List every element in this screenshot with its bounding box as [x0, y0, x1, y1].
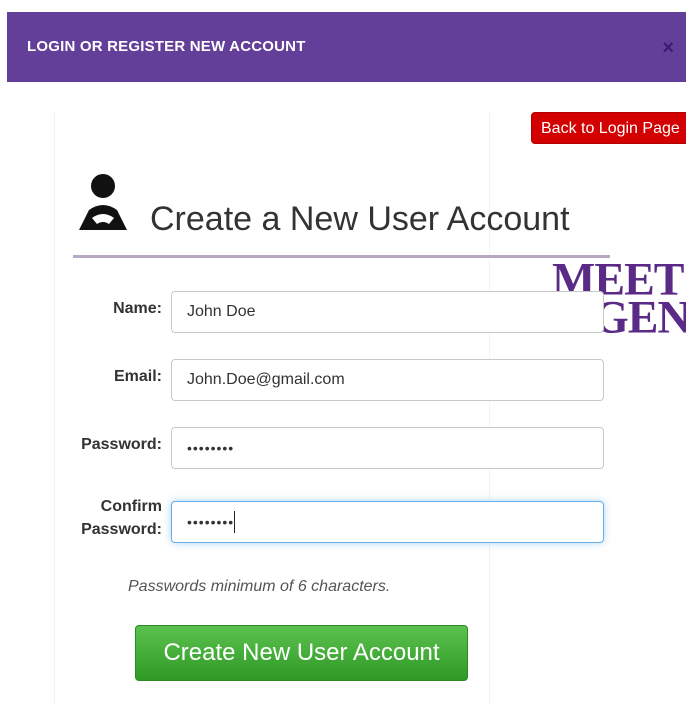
create-account-button[interactable]: Create New User Account	[135, 625, 468, 681]
panel-border-left	[54, 112, 55, 704]
password-input[interactable]: ••••••••	[171, 427, 604, 469]
close-icon[interactable]: ×	[662, 38, 674, 58]
name-label: Name:	[113, 300, 162, 317]
page-title: Create a New User Account	[150, 200, 570, 238]
title-divider	[73, 255, 610, 258]
confirm-password-label-line1: Confirm	[100, 498, 162, 515]
modal-title: LOGIN OR REGISTER NEW ACCOUNT	[27, 38, 306, 55]
confirm-password-input[interactable]: ••••••••	[171, 501, 604, 543]
password-label: Password:	[81, 436, 162, 453]
confirm-password-label-line2: Password:	[81, 521, 162, 538]
password-hint: Passwords minimum of 6 characters.	[128, 578, 391, 595]
text-caret	[234, 511, 235, 533]
name-input[interactable]: John Doe	[171, 291, 604, 333]
email-label: Email:	[113, 368, 162, 385]
modal-header: LOGIN OR REGISTER NEW ACCOUNT ×	[7, 12, 686, 82]
email-input[interactable]: John.Doe@gmail.com	[171, 359, 604, 401]
user-icon	[79, 174, 127, 230]
back-to-login-button[interactable]: Back to Login Page	[531, 112, 686, 144]
watermark-line-2: GEN	[593, 290, 686, 343]
